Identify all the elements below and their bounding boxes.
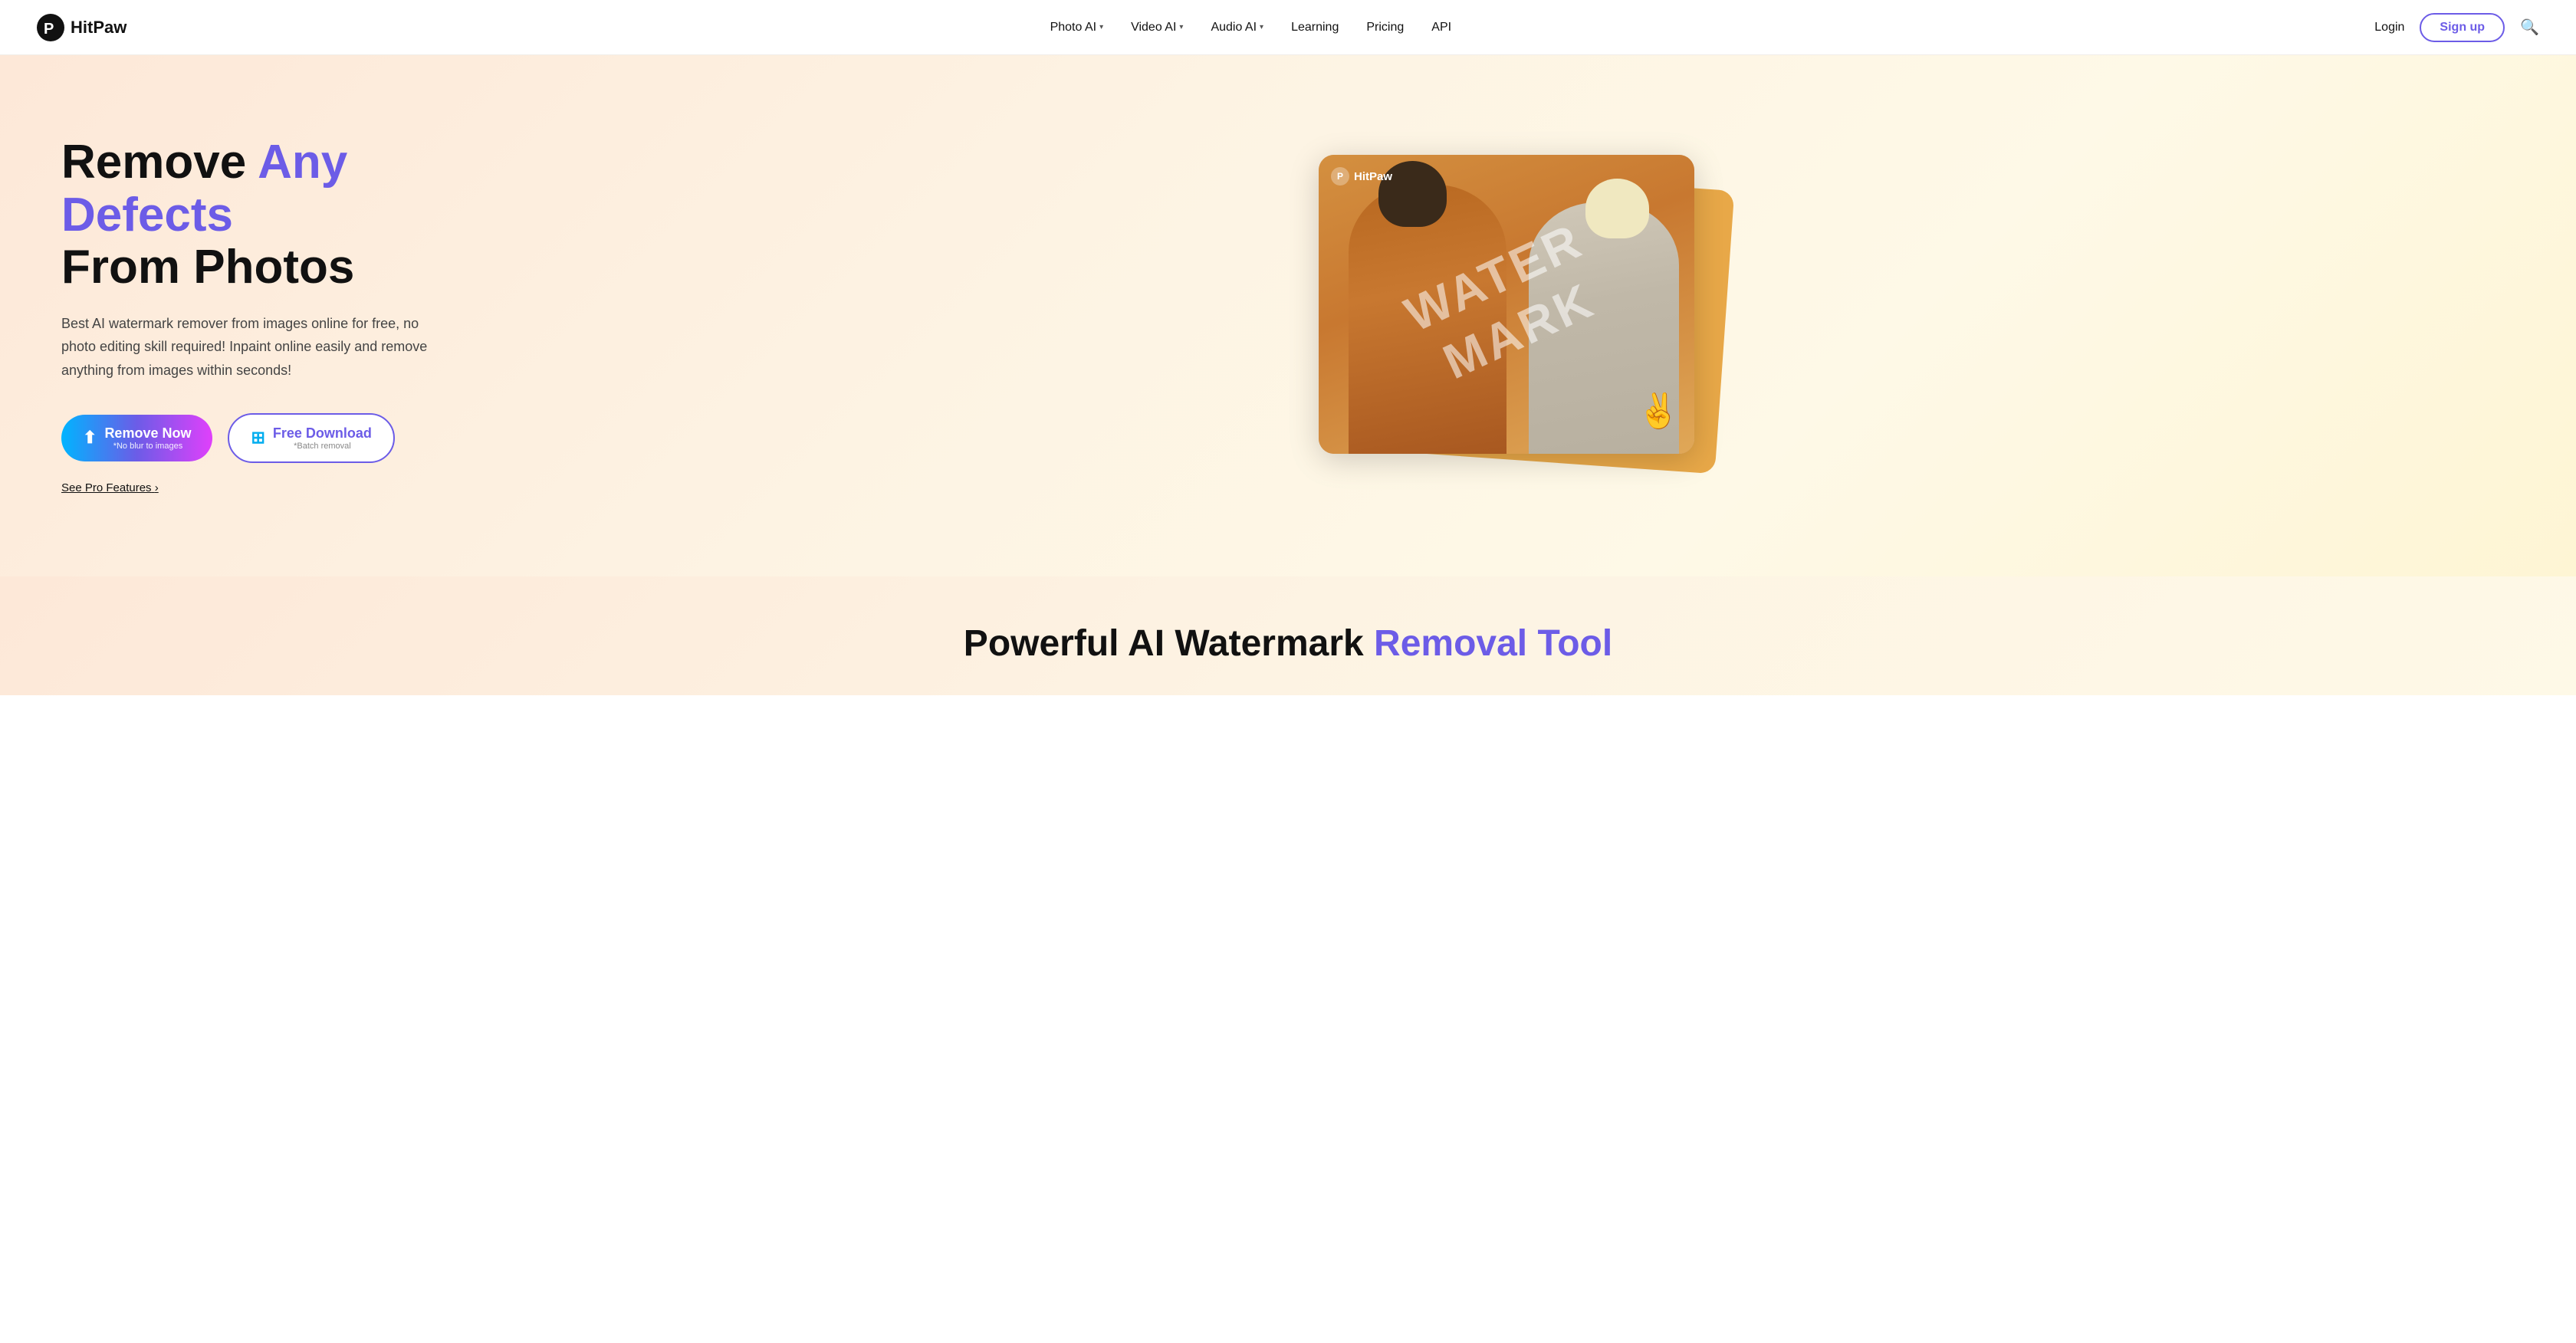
logo-icon: P: [37, 14, 64, 41]
hitpaw-card-logo-icon: P: [1331, 167, 1349, 186]
chevron-down-icon: ▾: [1260, 23, 1263, 31]
hero-content: Remove Any Defects From Photos Best AI w…: [61, 136, 506, 494]
hitpaw-card-logo: P HitPaw: [1331, 167, 1392, 186]
hero-image-area: WATERMARK P HitPaw ✌️: [506, 155, 2515, 477]
remove-now-button[interactable]: ⬆ Remove Now *No blur to images: [61, 415, 212, 461]
bottom-section: Powerful AI Watermark Removal Tool: [0, 576, 2576, 695]
nav-actions: Login Sign up 🔍: [2374, 13, 2539, 42]
chevron-down-icon: ▾: [1099, 23, 1103, 31]
navbar: P HitPaw Photo AI ▾ Video AI ▾ Audio AI …: [0, 0, 2576, 55]
hero-buttons: ⬆ Remove Now *No blur to images ⊞ Free D…: [61, 413, 506, 463]
windows-icon: ⊞: [251, 428, 264, 448]
brand-logo[interactable]: P HitPaw: [37, 14, 127, 41]
login-button[interactable]: Login: [2374, 21, 2404, 34]
nav-photo-ai[interactable]: Photo AI ▾: [1050, 21, 1104, 34]
nav-video-ai[interactable]: Video AI ▾: [1131, 21, 1183, 34]
see-pro-features-link[interactable]: See Pro Features ›: [61, 481, 159, 494]
hero-description: Best AI watermark remover from images on…: [61, 312, 429, 383]
nav-learning[interactable]: Learning: [1291, 21, 1339, 34]
search-button[interactable]: 🔍: [2520, 18, 2539, 37]
signup-button[interactable]: Sign up: [2420, 13, 2505, 42]
nav-audio-ai[interactable]: Audio AI ▾: [1211, 21, 1263, 34]
chevron-down-icon: ▾: [1179, 23, 1183, 31]
nav-api[interactable]: API: [1431, 21, 1451, 34]
nav-pricing[interactable]: Pricing: [1366, 21, 1404, 34]
hero-title: Remove Any Defects From Photos: [61, 136, 506, 294]
sticker-decoration: ✌️: [1634, 388, 1682, 435]
image-stack: WATERMARK P HitPaw ✌️: [1311, 155, 1710, 477]
card-front: WATERMARK P HitPaw ✌️: [1319, 155, 1694, 454]
free-download-button[interactable]: ⊞ Free Download *Batch removal: [228, 413, 394, 463]
bottom-title: Powerful AI Watermark Removal Tool: [61, 622, 2515, 665]
nav-links: Photo AI ▾ Video AI ▾ Audio AI ▾ Learnin…: [1050, 21, 1452, 34]
svg-text:P: P: [44, 21, 54, 38]
brand-name: HitPaw: [71, 18, 127, 38]
photo-preview: WATERMARK P HitPaw ✌️: [1319, 155, 1694, 454]
upload-icon: ⬆: [83, 428, 97, 448]
hero-section: Remove Any Defects From Photos Best AI w…: [0, 55, 2576, 576]
